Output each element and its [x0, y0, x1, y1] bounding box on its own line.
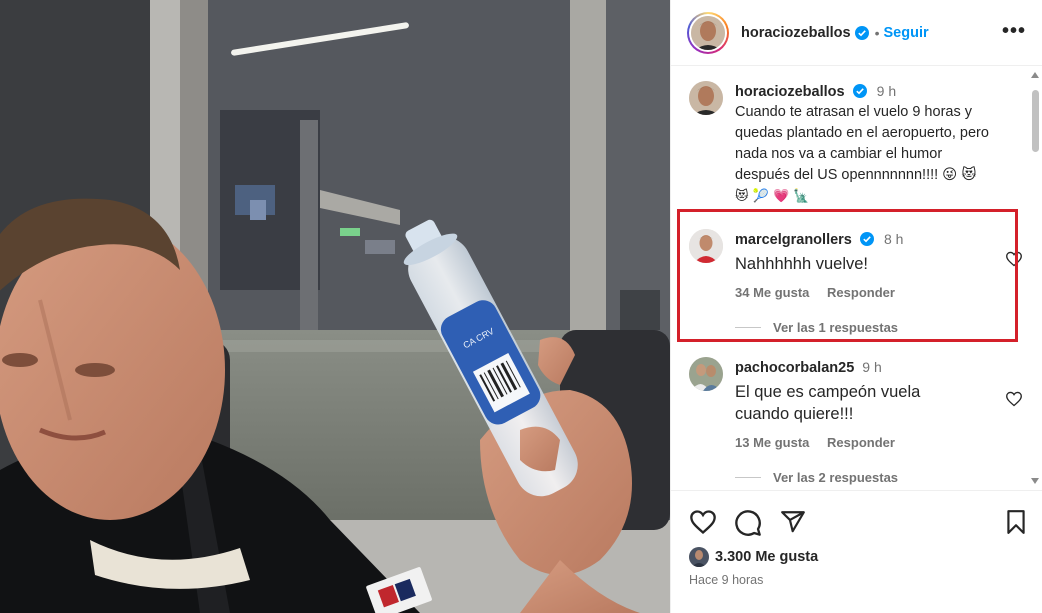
comment-likes-count[interactable]: 13 Me gusta: [735, 435, 809, 450]
reply-button[interactable]: Responder: [827, 285, 895, 300]
comments-list[interactable]: horaciozeballos 9 h Cuando te atrasan el…: [671, 67, 1042, 490]
caption-timestamp[interactable]: 9 h: [877, 83, 896, 99]
separator-dot: •: [874, 24, 880, 41]
caption-author-username[interactable]: horaciozeballos: [735, 84, 845, 100]
comment-icon[interactable]: [734, 509, 762, 537]
liker-avatar: [689, 547, 709, 567]
scroll-down-arrow[interactable]: [1031, 478, 1039, 484]
likes-count[interactable]: 3.300 Me gusta: [715, 549, 818, 565]
scroll-up-arrow[interactable]: [1031, 72, 1039, 78]
view-replies-label: Ver las 2 respuestas: [773, 470, 899, 485]
commenter-avatar[interactable]: [689, 229, 723, 263]
comment-timestamp[interactable]: 8 h: [884, 231, 903, 247]
caption-emojis: 😻 🎾 💗 🗽: [735, 189, 810, 204]
caption-author-avatar[interactable]: [689, 81, 723, 115]
post-timestamp[interactable]: Hace 9 horas: [689, 573, 763, 587]
comments-scrollbar-thumb[interactable]: [1032, 90, 1039, 152]
heart-icon[interactable]: [689, 509, 717, 535]
comment-likes-count[interactable]: 34 Me gusta: [735, 285, 809, 300]
reply-button[interactable]: Responder: [827, 435, 895, 450]
comment-like-heart-icon[interactable]: [1005, 251, 1023, 267]
view-replies-button[interactable]: Ver las 2 respuestas: [735, 470, 1005, 485]
post-likes[interactable]: 3.300 Me gusta: [689, 547, 818, 567]
post-header: horaciozeballos • Seguir •••: [671, 0, 1042, 66]
caption-text: Cuando te atrasan el vuelo 9 horas y que…: [735, 104, 989, 183]
verified-badge-icon: [854, 25, 869, 40]
replies-divider: [735, 327, 761, 328]
replies-divider: [735, 477, 761, 478]
post-details-panel: horaciozeballos • Seguir ••• horaciozeba…: [670, 0, 1042, 613]
view-replies-button[interactable]: Ver las 1 respuestas: [735, 320, 1005, 335]
author-avatar-story-ring[interactable]: [687, 11, 729, 54]
author-avatar: [691, 15, 725, 50]
more-options-icon[interactable]: •••: [1002, 21, 1026, 41]
post-actions-bar: 3.300 Me gusta Hace 9 horas: [671, 490, 1042, 613]
verified-badge-icon: [859, 232, 874, 246]
author-username[interactable]: horaciozeballos: [741, 25, 851, 41]
comment-timestamp[interactable]: 9 h: [862, 359, 881, 375]
comment-like-heart-icon[interactable]: [1005, 391, 1023, 407]
post-photo[interactable]: CA CRV: [0, 0, 670, 613]
comment-text: El que es campeón vuela cuando quiere!!!: [735, 383, 921, 423]
comment-text: Nahhhhhh vuelve!: [735, 255, 869, 273]
follow-button[interactable]: Seguir: [884, 25, 929, 41]
photo-illustration: CA CRV: [0, 0, 670, 613]
share-icon[interactable]: [779, 509, 807, 535]
bookmark-icon[interactable]: [1004, 509, 1028, 535]
commenter-username[interactable]: marcelgranollers: [735, 232, 852, 248]
commenter-avatar[interactable]: [689, 357, 723, 391]
view-replies-label: Ver las 1 respuestas: [773, 320, 899, 335]
commenter-username[interactable]: pachocorbalan25: [735, 360, 854, 376]
verified-badge-icon: [852, 84, 867, 98]
